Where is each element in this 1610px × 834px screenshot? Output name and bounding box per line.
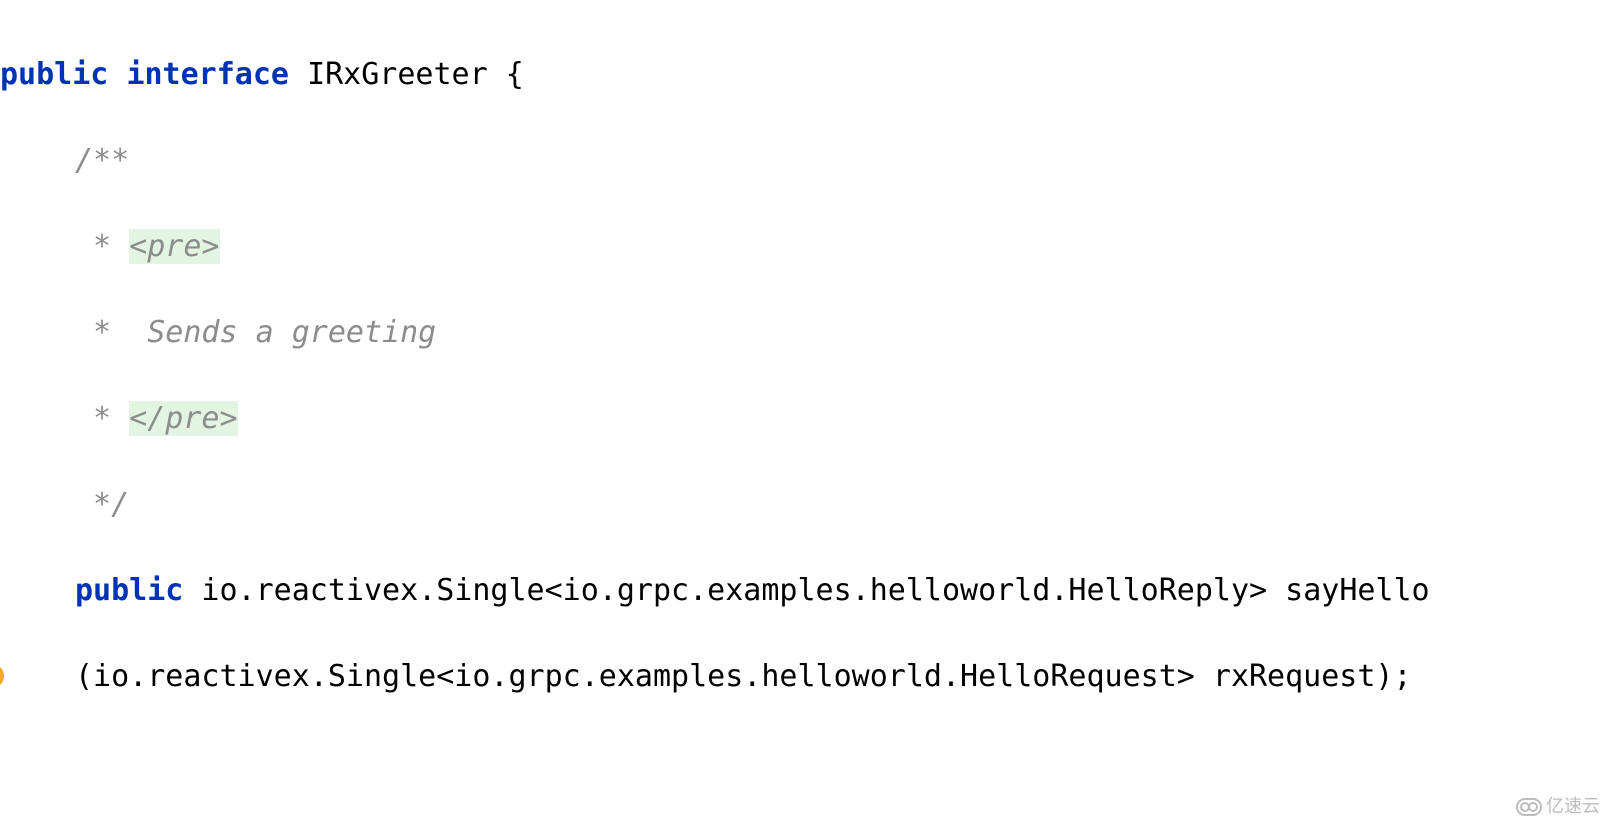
javadoc-close: */ xyxy=(75,487,129,522)
blank-line xyxy=(0,741,1610,784)
watermark-text: 亿速云 xyxy=(1546,785,1600,828)
watermark: 亿速云 xyxy=(1516,785,1600,828)
code-line: * Sends a greeting xyxy=(0,311,1610,354)
javadoc-open: /** xyxy=(75,143,129,178)
method-params: (io.reactivex.Single<io.grpc.examples.he… xyxy=(75,659,1412,694)
javadoc-text: Sends a greeting xyxy=(147,315,436,350)
javadoc-star: * xyxy=(75,229,129,264)
javadoc-star: * xyxy=(75,401,129,436)
cloud-icon xyxy=(1516,798,1542,816)
interface-name: IRxGreeter xyxy=(307,57,488,92)
code-editor[interactable]: public interface IRxGreeter { /** * <pre… xyxy=(0,0,1610,834)
pre-close-tag: </pre> xyxy=(129,401,237,436)
code-line: * </pre> xyxy=(0,397,1610,440)
code-line: public interface IRxGreeter { xyxy=(0,53,1610,96)
code-line: */ xyxy=(0,483,1610,526)
javadoc-star: * xyxy=(75,315,147,350)
keyword-public: public xyxy=(75,573,183,608)
code-line: * <pre> xyxy=(0,225,1610,268)
code-line: /** xyxy=(0,827,1610,834)
code-line: /** xyxy=(0,139,1610,182)
code-line: (io.reactivex.Single<io.grpc.examples.he… xyxy=(0,655,1610,698)
keyword-interface: interface xyxy=(126,57,289,92)
code-line: public io.reactivex.Single<io.grpc.examp… xyxy=(0,569,1610,612)
pre-open-tag: <pre> xyxy=(129,229,219,264)
brace-open: { xyxy=(488,57,524,92)
method-signature: io.reactivex.Single<io.grpc.examples.hel… xyxy=(183,573,1429,608)
keyword-public: public xyxy=(0,57,108,92)
